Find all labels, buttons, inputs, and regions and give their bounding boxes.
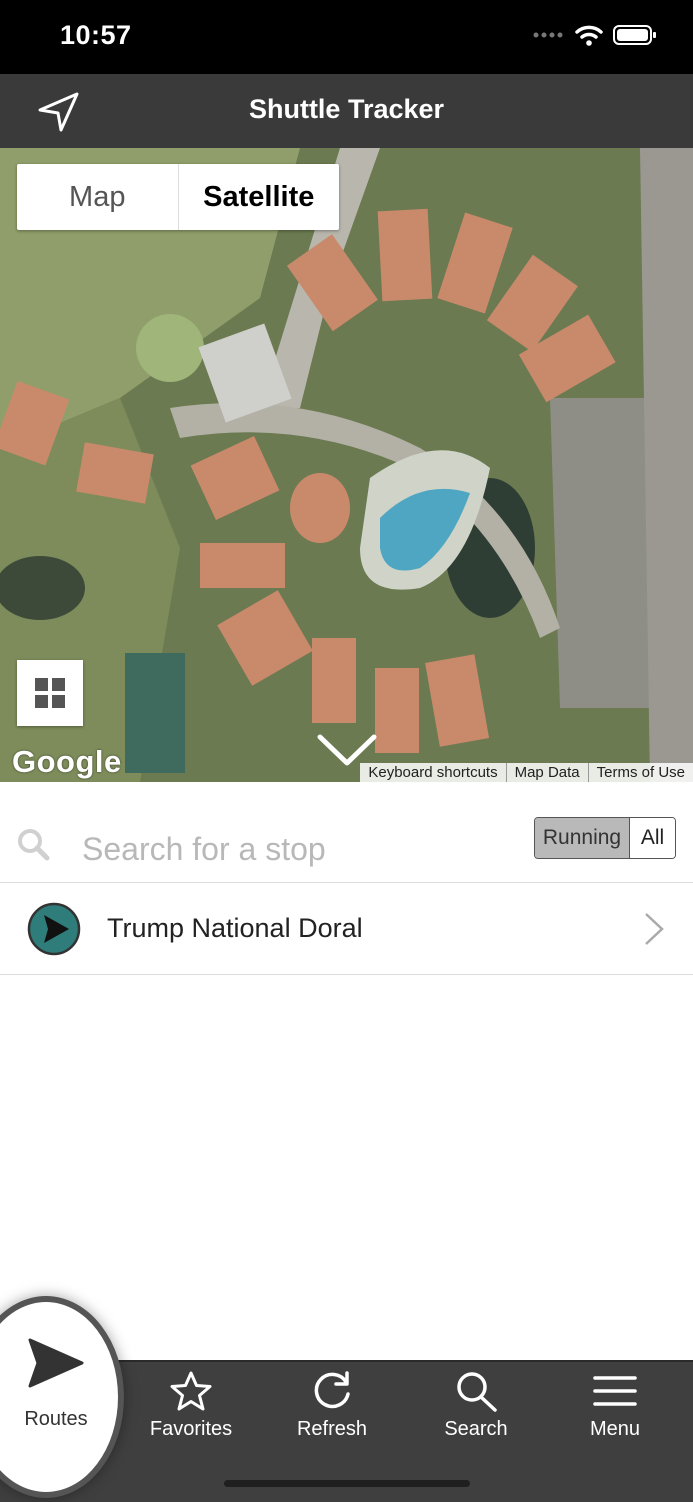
nav-bar: Shuttle Tracker [0,74,693,148]
running-filter-toggle: Running All [534,817,676,859]
play-circle-icon [27,902,81,956]
status-time: 10:57 [60,20,132,50]
tab-refresh[interactable]: Refresh [272,1362,392,1462]
filter-all-button[interactable]: All [630,818,675,858]
page-title: Shuttle Tracker [248,94,445,124]
map-footer: Keyboard shortcuts Map Data Terms of Use [360,763,693,782]
map-data-link[interactable]: Map Data [505,763,588,782]
hamburger-icon [593,1376,637,1406]
home-indicator [224,1480,470,1487]
status-icons [533,24,657,46]
signal-dots-icon [533,32,563,38]
routes-button-circle [0,1296,124,1498]
terms-of-use-link[interactable]: Terms of Use [587,763,693,782]
keyboard-shortcuts-link[interactable]: Keyboard shortcuts [360,763,505,782]
tab-routes[interactable]: Routes [0,1292,130,1498]
map-type-satellite-button[interactable]: Satellite [179,164,340,230]
grid-icon [35,678,65,708]
route-list-item[interactable]: Trump National Doral [0,883,693,975]
satellite-imagery [0,148,693,782]
route-name: Trump National Doral [107,913,363,943]
tab-search[interactable]: Search [416,1362,536,1462]
tab-menu[interactable]: Menu [555,1362,675,1462]
map-view[interactable]: Map Satellite Google Keyboard shortcuts … [0,148,693,782]
tab-search-label: Search [444,1418,508,1440]
filter-running-button[interactable]: Running [535,818,630,858]
map-layers-button[interactable] [17,660,83,726]
star-icon [170,1371,212,1411]
map-type-toggle: Map Satellite [17,164,339,230]
status-bar: 10:57 [0,0,693,74]
tab-menu-label: Menu [589,1418,641,1440]
chevron-right-icon [645,913,664,945]
search-bar: Running All [0,782,693,883]
map-type-map-button[interactable]: Map [17,164,179,230]
tab-refresh-label: Refresh [296,1418,368,1440]
stop-search-input[interactable] [80,826,504,872]
tab-routes-label: Routes [24,1408,88,1430]
wifi-icon [575,25,603,46]
google-logo: Google [12,744,122,779]
refresh-icon [314,1371,350,1409]
play-icon [28,1338,84,1388]
tab-favorites-label: Favorites [149,1418,233,1440]
battery-icon [613,25,656,45]
search-icon [18,829,50,861]
tab-favorites[interactable]: Favorites [131,1362,251,1462]
search-icon [457,1372,497,1412]
